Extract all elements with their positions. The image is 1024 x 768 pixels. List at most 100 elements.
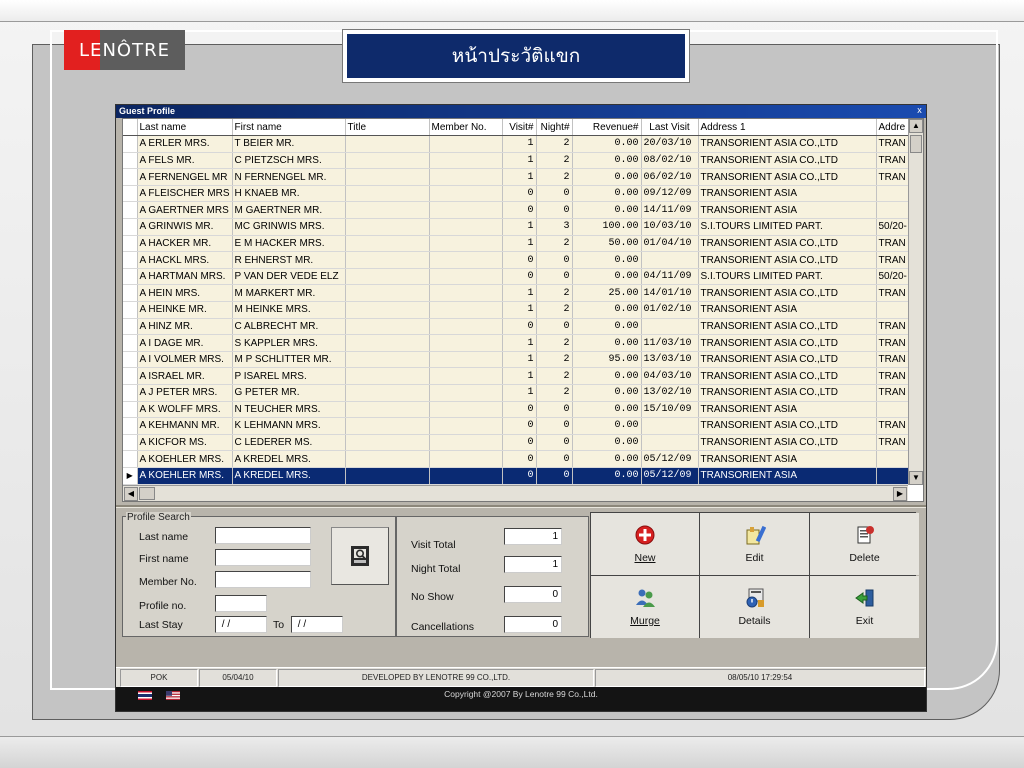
table-cell[interactable]: 2 — [536, 351, 573, 369]
table-row[interactable]: A K WOLFF MRS. N TEUCHER MRS. 0 0 0.00 15/10/… — [123, 401, 910, 419]
col-header-revenue[interactable]: Revenue# — [572, 119, 642, 137]
table-cell[interactable]: 0 — [536, 201, 573, 220]
table-cell[interactable]: TRANSORIENT ASIA — [698, 201, 877, 220]
table-cell[interactable] — [876, 201, 910, 220]
table-cell[interactable]: C ALBRECHT MR. — [232, 318, 346, 336]
table-cell[interactable]: A HARTMAN MRS. — [137, 268, 233, 286]
last-stay-from-input[interactable] — [215, 616, 267, 633]
merge-button[interactable]: Murge — [591, 576, 699, 638]
row-indicator[interactable] — [123, 218, 138, 236]
table-cell[interactable]: TRANSORIENT ASIA CO.,LTD — [698, 152, 877, 170]
new-button[interactable]: New — [591, 513, 699, 575]
table-cell[interactable]: A I VOLMER MRS. — [137, 351, 233, 369]
scroll-left-icon[interactable]: ◀ — [124, 487, 138, 501]
table-cell[interactable]: A KICFOR MS. — [137, 434, 233, 452]
table-cell[interactable]: 14/11/09 — [641, 201, 699, 220]
table-cell[interactable]: 0.00 — [572, 417, 642, 435]
table-cell[interactable]: P ISAREL MRS. — [232, 367, 346, 385]
table-cell[interactable]: 13/02/10 — [641, 384, 699, 402]
table-cell[interactable]: TRAN — [876, 318, 910, 336]
table-row[interactable]: A KOEHLER MRS. A KREDEL MRS. 0 0 0.00 05/12/0… — [123, 450, 910, 468]
table-cell[interactable] — [429, 152, 503, 170]
table-cell[interactable]: 1 — [502, 235, 537, 253]
delete-button[interactable]: Delete — [810, 513, 919, 575]
table-cell[interactable] — [429, 284, 503, 303]
table-cell[interactable]: 0 — [536, 251, 573, 269]
table-cell[interactable]: 0 — [536, 417, 573, 435]
last-name-input[interactable] — [215, 527, 311, 544]
table-cell[interactable]: A K WOLFF MRS. — [137, 401, 233, 419]
window-close-button[interactable]: x — [915, 105, 924, 116]
table-cell[interactable]: A KEHMANN MR. — [137, 417, 233, 435]
table-cell[interactable]: 0 — [502, 268, 537, 286]
table-cell[interactable]: 0 — [502, 318, 537, 336]
table-cell[interactable]: 04/03/10 — [641, 367, 699, 385]
table-cell[interactable]: A J PETER MRS. — [137, 384, 233, 402]
table-cell[interactable]: 0.00 — [572, 185, 642, 203]
table-cell[interactable]: 11/03/10 — [641, 334, 699, 352]
table-cell[interactable]: 1 — [502, 334, 537, 352]
details-button[interactable]: Details — [700, 576, 809, 638]
table-cell[interactable]: A HACKL MRS. — [137, 251, 233, 269]
table-cell[interactable]: 0.00 — [572, 467, 642, 485]
table-cell[interactable]: 0 — [502, 417, 537, 435]
row-indicator[interactable] — [123, 284, 138, 303]
table-cell[interactable] — [429, 135, 503, 153]
table-cell[interactable] — [429, 417, 503, 435]
table-cell[interactable] — [641, 318, 699, 336]
table-cell[interactable] — [345, 434, 430, 452]
table-cell[interactable]: TRAN — [876, 135, 910, 153]
us-flag-icon[interactable] — [166, 691, 180, 700]
table-cell[interactable]: S KAPPLER MRS. — [232, 334, 346, 352]
vertical-scroll-thumb[interactable] — [910, 135, 922, 153]
table-cell[interactable] — [345, 235, 430, 253]
table-cell[interactable]: TRANSORIENT ASIA CO.,LTD — [698, 251, 877, 269]
table-cell[interactable]: TRANSORIENT ASIA CO.,LTD — [698, 135, 877, 153]
table-cell[interactable] — [429, 450, 503, 468]
table-cell[interactable] — [345, 218, 430, 236]
col-header-title[interactable]: Title — [345, 119, 430, 137]
table-cell[interactable]: TRANSORIENT ASIA CO.,LTD — [698, 434, 877, 452]
table-cell[interactable] — [429, 168, 503, 186]
table-cell[interactable]: P VAN DER VEDE ELZ — [232, 268, 346, 286]
table-cell[interactable]: 0 — [502, 450, 537, 468]
table-cell[interactable]: 2 — [536, 284, 573, 303]
table-cell[interactable] — [876, 401, 910, 419]
table-cell[interactable]: A GRINWIS MR. — [137, 218, 233, 236]
table-cell[interactable]: C LEDERER MS. — [232, 434, 346, 452]
table-cell[interactable] — [429, 467, 503, 485]
table-cell[interactable]: A FLEISCHER MRS — [137, 185, 233, 203]
table-cell[interactable]: TRAN — [876, 168, 910, 186]
table-cell[interactable]: 50/20- — [876, 218, 910, 236]
row-indicator[interactable] — [123, 417, 138, 435]
table-row[interactable]: A KEHMANN MR. K LEHMANN MRS. 0 0 0.00 TRANSOR… — [123, 417, 910, 435]
table-cell[interactable]: M HEINKE MRS. — [232, 301, 346, 319]
table-cell[interactable] — [429, 201, 503, 220]
table-cell[interactable]: 2 — [536, 168, 573, 186]
table-cell[interactable]: H KNAEB MR. — [232, 185, 346, 203]
table-cell[interactable]: 2 — [536, 301, 573, 319]
table-cell[interactable]: 08/02/10 — [641, 152, 699, 170]
table-cell[interactable] — [345, 351, 430, 369]
table-cell[interactable]: E M HACKER MRS. — [232, 235, 346, 253]
table-cell[interactable] — [641, 417, 699, 435]
row-indicator[interactable] — [123, 334, 138, 352]
table-cell[interactable]: TRANSORIENT ASIA CO.,LTD — [698, 318, 877, 336]
table-cell[interactable]: TRAN — [876, 284, 910, 303]
col-header-member-no[interactable]: Member No. — [429, 119, 503, 137]
table-row[interactable]: A FLEISCHER MRS H KNAEB MR. 0 0 0.00 09/12/09… — [123, 185, 910, 203]
table-cell[interactable]: 0.00 — [572, 168, 642, 186]
table-row[interactable]: A FERNENGEL MR N FERNENGEL MR. 1 2 0.00 06/02… — [123, 168, 910, 186]
table-cell[interactable]: 20/03/10 — [641, 135, 699, 153]
table-cell[interactable] — [429, 235, 503, 253]
table-cell[interactable]: 1 — [502, 367, 537, 385]
table-cell[interactable]: 100.00 — [572, 218, 642, 236]
table-row[interactable]: A HACKL MRS. R EHNERST MR. 0 0 0.00 TRANSORIE… — [123, 251, 910, 269]
table-row[interactable]: A GRINWIS MR. MC GRINWIS MRS. 1 3 100.00 10/0… — [123, 218, 910, 236]
table-row[interactable]: A HINZ MR. C ALBRECHT MR. 0 0 0.00 TRANSORIEN… — [123, 318, 910, 336]
table-cell[interactable]: TRANSORIENT ASIA — [698, 185, 877, 203]
table-cell[interactable] — [876, 467, 910, 485]
row-indicator[interactable] — [123, 384, 138, 402]
table-cell[interactable]: 15/10/09 — [641, 401, 699, 419]
table-cell[interactable]: TRANSORIENT ASIA CO.,LTD — [698, 384, 877, 402]
